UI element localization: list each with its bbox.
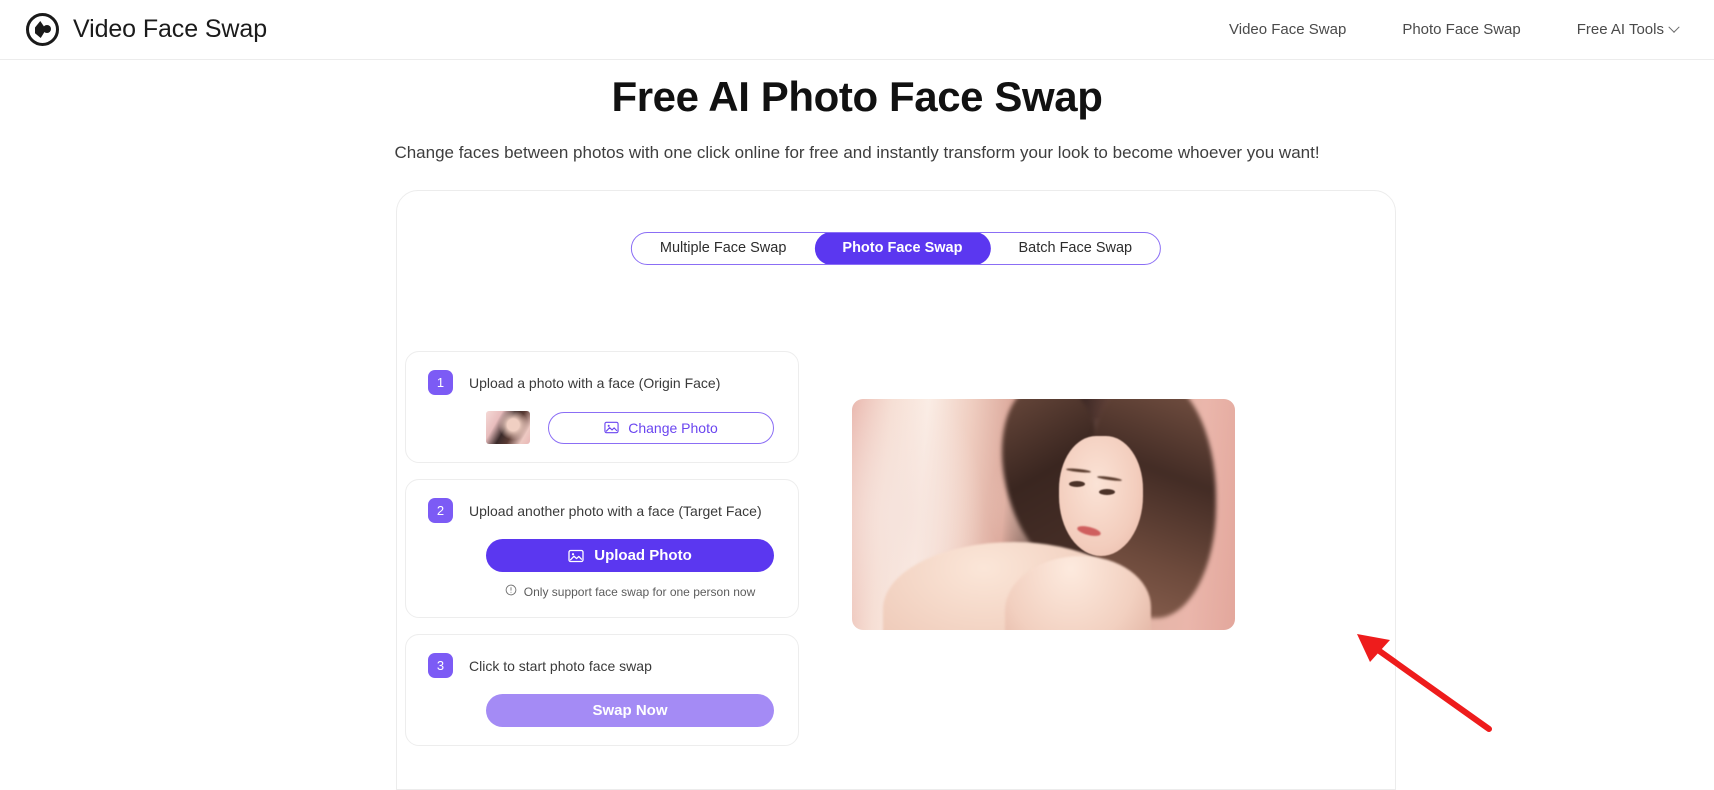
page-subtitle: Change faces between photos with one cli… (394, 143, 1320, 162)
origin-face-thumbnail[interactable] (486, 411, 530, 444)
page-title: Free AI Photo Face Swap (611, 73, 1103, 120)
step-2-note-text: Only support face swap for one person no… (523, 584, 756, 599)
face-swap-panel: Multiple Face Swap Photo Face Swap Batch… (396, 190, 1396, 790)
step-3-number-badge: 3 (428, 653, 453, 678)
change-photo-button[interactable]: Change Photo (548, 411, 774, 444)
tab-photo-face-swap[interactable]: Photo Face Swap (814, 233, 991, 264)
preview-face (1058, 435, 1144, 557)
swap-now-button[interactable]: Swap Now (486, 694, 774, 727)
nav-link-video-face-swap[interactable]: Video Face Swap (1201, 0, 1374, 60)
info-circle-icon (505, 584, 517, 599)
tab-batch-face-swap[interactable]: Batch Face Swap (990, 233, 1160, 264)
step-card-3: 3 Click to start photo face swap Swap No… (405, 634, 799, 746)
step-2-note: Only support face swap for one person no… (428, 584, 776, 599)
tab-multiple-face-swap[interactable]: Multiple Face Swap (632, 233, 815, 264)
brand-name: Video Face Swap (73, 15, 267, 43)
site-header: Video Face Swap Video Face Swap Photo Fa… (0, 0, 1714, 60)
step-2-header: 2 Upload another photo with a face (Targ… (428, 498, 776, 523)
swap-now-button-label: Swap Now (592, 702, 668, 719)
step-3-label: Click to start photo face swap (469, 657, 652, 674)
upload-photo-button-label: Upload Photo (594, 547, 692, 564)
change-photo-button-label: Change Photo (628, 419, 718, 436)
preview-image[interactable] (852, 399, 1235, 630)
step-card-2: 2 Upload another photo with a face (Targ… (405, 479, 799, 618)
preview-eye-left (1068, 481, 1085, 487)
nav-link-free-ai-tools-label: Free AI Tools (1576, 21, 1664, 38)
step-2-body: Upload Photo (428, 539, 776, 572)
step-1-number-badge: 1 (428, 370, 453, 395)
steps-column: 1 Upload a photo with a face (Origin Fac… (405, 351, 799, 762)
step-2-label: Upload another photo with a face (Target… (469, 502, 762, 519)
step-card-1: 1 Upload a photo with a face (Origin Fac… (405, 351, 799, 463)
step-1-header: 1 Upload a photo with a face (Origin Fac… (428, 370, 776, 395)
chevron-down-icon (1668, 21, 1680, 33)
mode-tab-group: Multiple Face Swap Photo Face Swap Batch… (630, 232, 1162, 265)
brand[interactable]: Video Face Swap (26, 13, 267, 46)
step-2-number-badge: 2 (428, 498, 453, 523)
image-icon (604, 420, 619, 435)
step-3-body: Swap Now (428, 694, 776, 727)
face-profile-logo-icon (26, 13, 59, 46)
step-3-header: 3 Click to start photo face swap (428, 653, 776, 678)
step-1-body: Change Photo (428, 411, 776, 444)
nav-link-photo-face-swap[interactable]: Photo Face Swap (1374, 0, 1548, 60)
main-nav: Video Face Swap Photo Face Swap Free AI … (1201, 0, 1688, 60)
preview-eye-right (1098, 488, 1115, 495)
hero-section: Free AI Photo Face Swap Change faces bet… (0, 60, 1714, 163)
preview-photo-content (852, 399, 1235, 630)
nav-link-free-ai-tools[interactable]: Free AI Tools (1549, 21, 1688, 38)
step-1-label: Upload a photo with a face (Origin Face) (469, 374, 721, 391)
upload-photo-button[interactable]: Upload Photo (486, 539, 774, 572)
image-icon (568, 548, 584, 564)
